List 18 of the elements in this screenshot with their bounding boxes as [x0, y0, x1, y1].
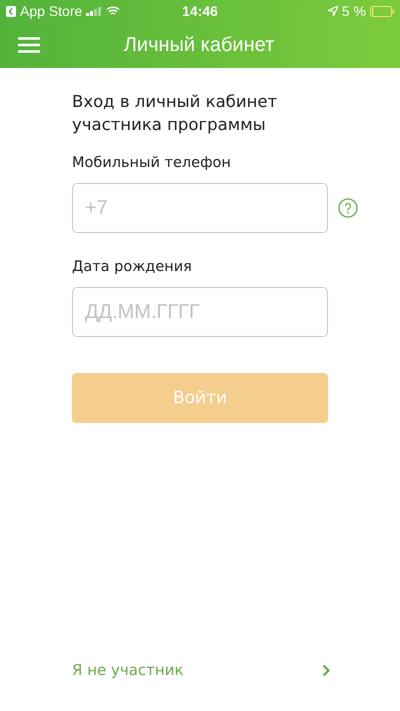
clock: 14:46	[181, 3, 219, 19]
field-label: Дата рождения	[72, 259, 192, 275]
wifi-icon	[106, 6, 120, 16]
back-icon[interactable]	[6, 6, 16, 16]
form-heading: Вход в личный кабинет участника программы	[72, 91, 278, 136]
menu-button[interactable]	[18, 37, 40, 53]
battery-percent: 5 %	[342, 3, 366, 19]
header-title: Личный кабинет	[122, 34, 276, 56]
back-app-label[interactable]: App Store	[20, 3, 82, 19]
battery-icon	[370, 6, 394, 16]
not-member-link[interactable]: Я не участник	[72, 661, 184, 679]
signal-icon	[86, 6, 102, 16]
location-icon	[328, 6, 338, 16]
input-field[interactable]: +7	[72, 183, 328, 233]
field-label: Мобильный телефон	[72, 155, 231, 171]
chevron-right-icon[interactable]	[322, 664, 330, 676]
input-field[interactable]: ДД.ММ.ГГГГ	[72, 287, 328, 337]
help-icon[interactable]	[338, 198, 358, 218]
